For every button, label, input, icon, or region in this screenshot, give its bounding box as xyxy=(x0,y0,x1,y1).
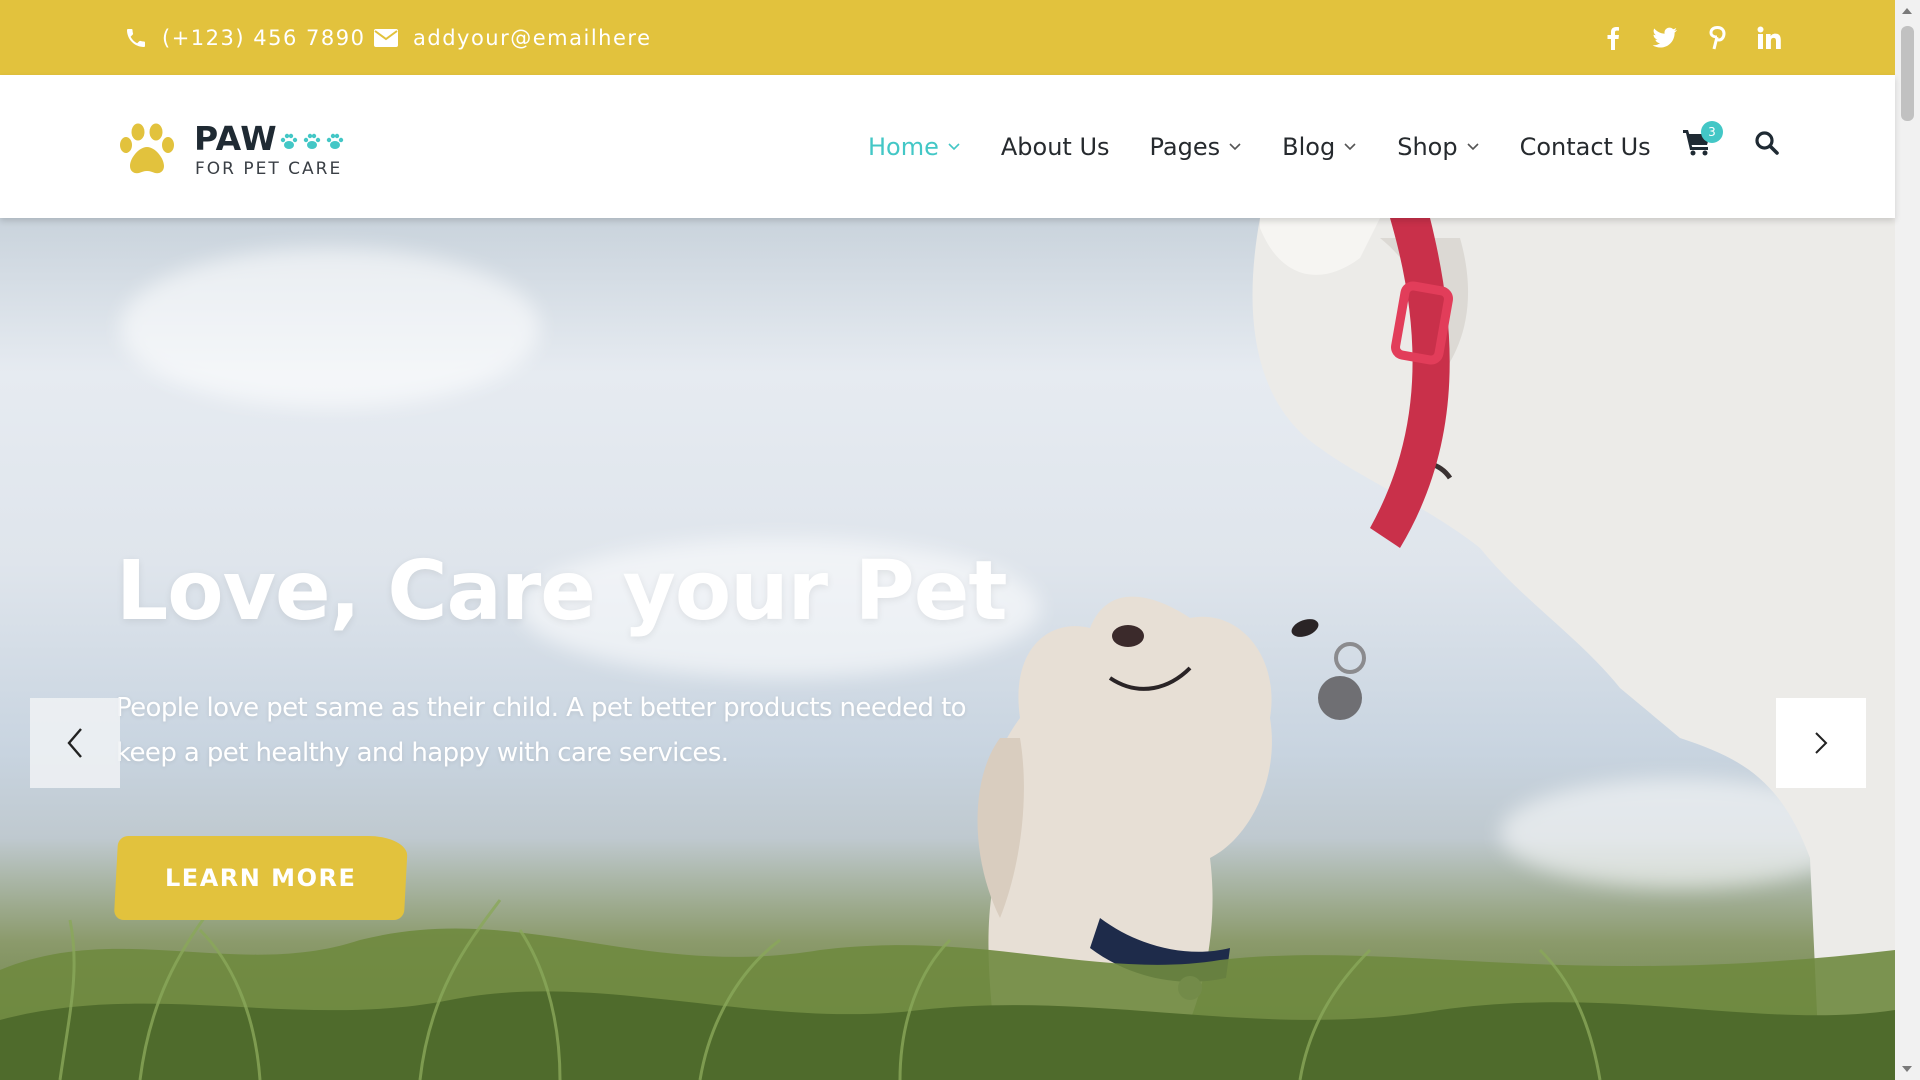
nav-item-shop[interactable]: Shop xyxy=(1397,133,1479,161)
nav-item-blog[interactable]: Blog xyxy=(1282,133,1357,161)
facebook-icon[interactable] xyxy=(1600,25,1626,51)
nav-item-label: About Us xyxy=(1000,132,1110,161)
chevron-down-icon xyxy=(1343,142,1357,152)
learn-more-button[interactable]: LEARN MORE xyxy=(113,836,409,920)
slider-prev-button[interactable] xyxy=(30,698,120,788)
scroll-down-arrow-icon[interactable] xyxy=(1902,1066,1912,1072)
twitter-icon[interactable] xyxy=(1652,25,1678,51)
nav-item-home[interactable]: Home xyxy=(868,133,961,161)
site-header: PAW FOR PET CARE Home About Us Pages Blo… xyxy=(0,75,1895,218)
nav-item-about-us[interactable]: About Us xyxy=(1001,133,1110,161)
phone-number: (+123) 456 7890 xyxy=(162,25,366,50)
email-address: addyour@emailhere xyxy=(413,25,652,50)
email-contact[interactable]: addyour@emailhere xyxy=(373,0,651,75)
site-logo[interactable]: PAW FOR PET CARE xyxy=(118,119,358,181)
small-paw-icon xyxy=(303,133,321,149)
main-nav: Home About Us Pages Blog Shop Contact Us xyxy=(868,75,1691,218)
chevron-right-icon xyxy=(1815,732,1828,754)
hero-description: People love pet same as their child. A p… xyxy=(116,693,967,768)
page-scrollbar[interactable] xyxy=(1895,0,1920,1080)
search-button[interactable] xyxy=(1754,130,1782,158)
phone-contact[interactable]: (+123) 456 7890 xyxy=(124,0,365,75)
nav-item-label: Home xyxy=(868,132,939,161)
pinterest-icon[interactable] xyxy=(1704,25,1730,51)
linkedin-icon[interactable] xyxy=(1756,25,1782,51)
small-paw-icon xyxy=(326,133,344,149)
chevron-left-icon xyxy=(67,728,82,758)
top-bar: (+123) 456 7890 addyour@emailhere xyxy=(0,0,1895,75)
chevron-down-icon xyxy=(1228,142,1242,152)
phone-icon xyxy=(127,28,145,47)
nav-item-label: Pages xyxy=(1149,132,1221,161)
chevron-down-icon xyxy=(1466,142,1480,152)
nav-item-pages[interactable]: Pages xyxy=(1150,133,1243,161)
nav-item-label: Contact Us xyxy=(1519,132,1651,161)
chevron-down-icon xyxy=(947,142,961,152)
social-links xyxy=(1600,0,1782,75)
cart-button[interactable]: 3 xyxy=(1682,121,1723,161)
envelope-icon xyxy=(374,28,398,47)
logo-brand: PAW xyxy=(194,119,278,158)
scrollbar-thumb[interactable] xyxy=(1901,26,1914,121)
nav-item-label: Blog xyxy=(1282,132,1336,161)
nav-item-contact-us[interactable]: Contact Us xyxy=(1520,133,1651,161)
hero-sky-cloud xyxy=(120,248,540,408)
search-icon xyxy=(1755,131,1779,155)
slider-next-button[interactable] xyxy=(1776,698,1866,788)
hero-slider: Love, Care your Pet People love pet same… xyxy=(0,218,1895,1080)
scroll-up-arrow-icon[interactable] xyxy=(1902,8,1912,14)
paw-logo-icon xyxy=(120,123,174,174)
cart-count-badge: 3 xyxy=(1701,121,1723,143)
small-paw-icon xyxy=(280,133,298,149)
learn-more-label: LEARN MORE xyxy=(165,864,357,892)
logo-tagline: FOR PET CARE xyxy=(195,159,343,179)
hero-title: Love, Care your Pet xyxy=(116,544,1008,639)
nav-item-label: Shop xyxy=(1397,132,1458,161)
